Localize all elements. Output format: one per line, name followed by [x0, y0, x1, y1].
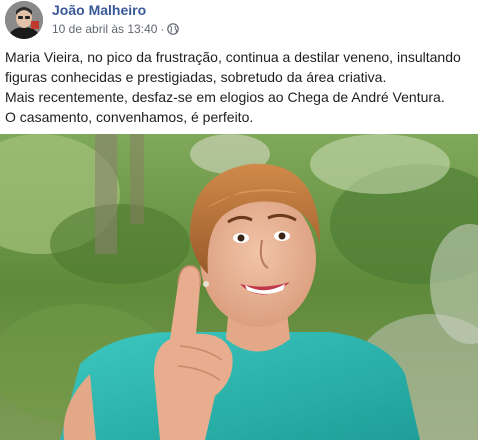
- meta-separator: ·: [160, 22, 165, 36]
- author-avatar[interactable]: [5, 1, 43, 39]
- post-body-text: Maria Vieira, no pico da frustração, con…: [5, 47, 475, 127]
- author-name-link[interactable]: João Malheiro: [52, 2, 146, 18]
- post-meta: 10 de abril às 13:40 ·: [52, 22, 180, 36]
- post-text-line: Maria Vieira, no pico da frustração, con…: [5, 49, 461, 65]
- facebook-post: João Malheiro 10 de abril às 13:40 · Mar…: [0, 0, 478, 440]
- photo-woman-pointing: [0, 134, 478, 440]
- post-photo[interactable]: [0, 134, 478, 440]
- avatar-image: [5, 1, 43, 39]
- post-text-line: figuras conhecidas e prestigiadas, sobre…: [5, 69, 387, 85]
- post-text-line: Mais recentemente, desfaz-se em elogios …: [5, 89, 445, 105]
- post-timestamp[interactable]: 10 de abril às 13:40: [52, 22, 157, 36]
- globe-icon[interactable]: [167, 23, 180, 35]
- post-text-line: O casamento, convenhamos, é perfeito.: [5, 109, 254, 125]
